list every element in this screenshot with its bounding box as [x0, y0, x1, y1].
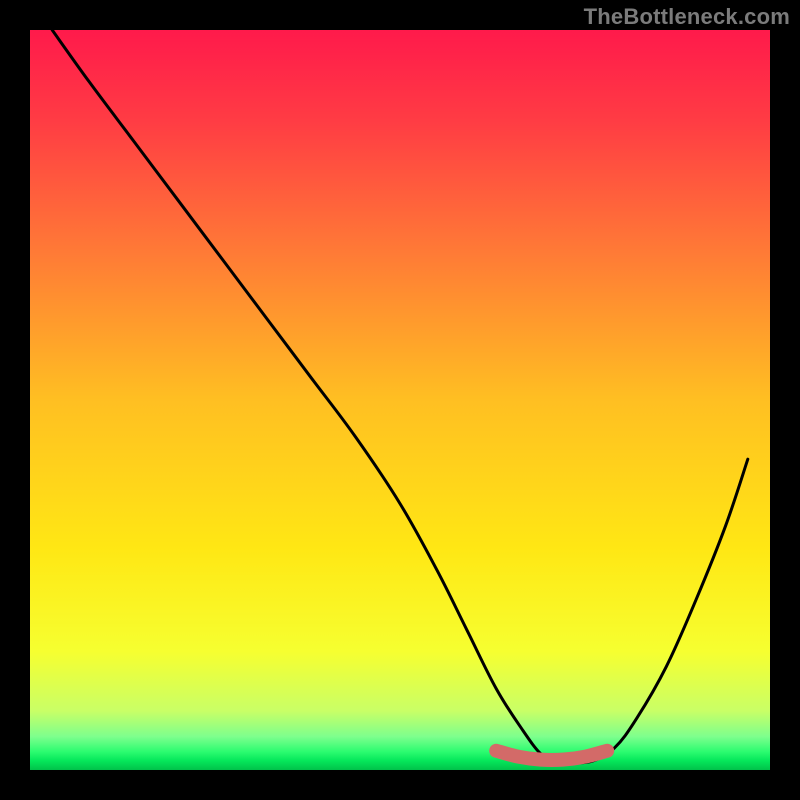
watermark-text: TheBottleneck.com: [584, 4, 790, 30]
plot-background: [30, 30, 770, 770]
chart-frame: TheBottleneck.com: [0, 0, 800, 800]
bottleneck-chart: [0, 0, 800, 800]
